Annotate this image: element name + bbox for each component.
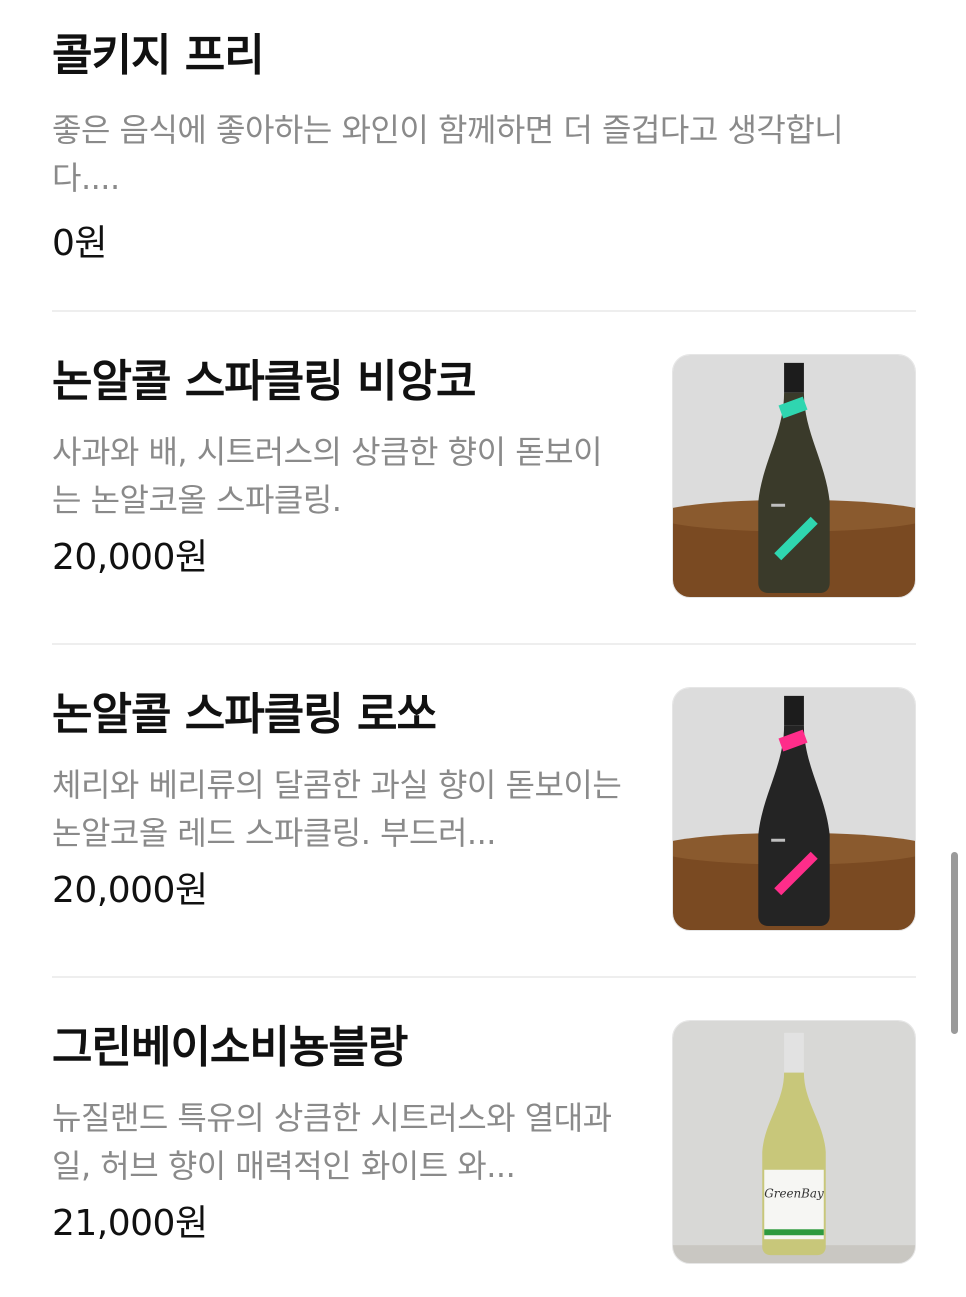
- menu-item-description: 뉴질랜드 특유의 상큼한 시트러스와 열대과일, 허브 향이 매력적인 화이트 …: [52, 1099, 612, 1185]
- menu-item-photo[interactable]: [672, 687, 916, 931]
- menu-item-sparkling-rosso[interactable]: 논알콜 스파클링 로쏘 체리와 베리류의 달콤한 과실 향이 돋보이는 논알코올…: [52, 645, 916, 978]
- menu-item-name: 논알콜 스파클링 비앙코: [52, 356, 476, 407]
- menu-item-sparkling-bianco[interactable]: 논알콜 스파클링 비앙코 사과와 배, 시트러스의 상큼한 향이 돋보이는 논알…: [52, 312, 916, 645]
- menu-item-price: 20,000원: [52, 537, 208, 578]
- menu-list: 콜키지 프리 좋은 음식에 좋아하는 와인이 함께하면 더 즐겁다고 생각합니다…: [52, 0, 916, 1297]
- menu-item-name: 콜키지 프리: [52, 30, 265, 81]
- menu-item-price: 20,000원: [52, 870, 208, 911]
- menu-item-photo[interactable]: GreenBay: [672, 1020, 916, 1264]
- menu-item-name: 그린베이소비뇽블랑: [52, 1022, 408, 1073]
- svg-text:GreenBay: GreenBay: [764, 1187, 824, 1201]
- scrollbar[interactable]: [951, 852, 958, 1034]
- menu-item-price: 21,000원: [52, 1203, 208, 1244]
- white-wine-bottle-icon: GreenBay: [673, 1021, 915, 1263]
- menu-item-greenbay-sauvignon-blanc[interactable]: 그린베이소비뇽블랑 뉴질랜드 특유의 상큼한 시트러스와 열대과일, 허브 향이…: [52, 978, 916, 1297]
- menu-item-description: 사과와 배, 시트러스의 상큼한 향이 돋보이는 논알코올 스파클링.: [52, 433, 603, 519]
- menu-item-description: 좋은 음식에 좋아하는 와인이 함께하면 더 즐겁다고 생각합니다....: [52, 111, 844, 197]
- menu-item-description: 체리와 베리류의 달콤한 과실 향이 돋보이는 논알코올 레드 스파클링. 부드…: [52, 766, 622, 852]
- sparkling-wine-bottle-icon: [673, 355, 915, 597]
- menu-item-price: 0원: [52, 223, 108, 264]
- menu-item-photo[interactable]: [672, 354, 916, 598]
- sparkling-wine-bottle-icon: [673, 688, 915, 930]
- menu-item-corkage-free[interactable]: 콜키지 프리 좋은 음식에 좋아하는 와인이 함께하면 더 즐겁다고 생각합니다…: [52, 0, 916, 312]
- menu-item-name: 논알콜 스파클링 로쏘: [52, 689, 437, 740]
